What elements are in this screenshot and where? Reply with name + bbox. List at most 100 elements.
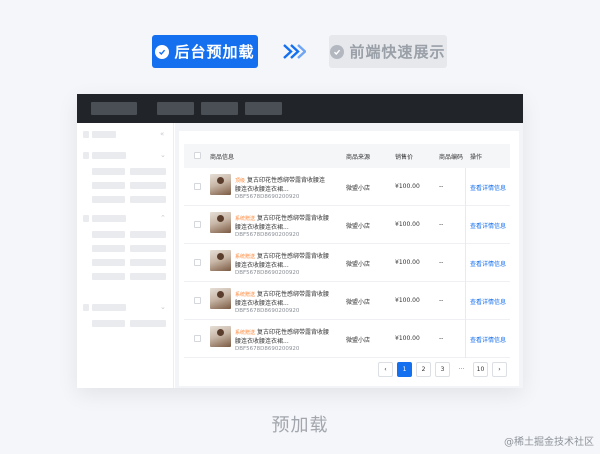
submenu-placeholder[interactable]	[92, 273, 125, 280]
collapse-icon[interactable]: «	[160, 131, 164, 138]
code-cell: --	[439, 335, 444, 342]
product-title-line1: 复古印花性感绑带露背收腰	[256, 215, 329, 222]
menu-icon-placeholder	[83, 215, 89, 222]
product-code: DBF5678D8690200920	[235, 346, 300, 352]
column-divider	[465, 244, 466, 282]
product-title-line1: 复古印花性感绑带露背收腰	[256, 253, 329, 260]
product-code: DBF5678D8690200920	[235, 232, 300, 238]
chevron-down-icon[interactable]: ⌄	[160, 152, 166, 159]
product-thumbnail	[210, 174, 231, 195]
menu-label-placeholder[interactable]	[92, 215, 126, 222]
submenu-placeholder[interactable]	[92, 182, 125, 189]
product-title-line2: 腰连衣收腰连衣裙...	[235, 224, 289, 231]
product-title-line1: 复古印花性感绑带露背收腰	[256, 291, 329, 298]
submenu-placeholder[interactable]	[130, 182, 166, 189]
page-button-10[interactable]: 10	[473, 362, 488, 377]
product-title-line2: 腰连衣收腰连衣裙...	[235, 300, 289, 307]
submenu-placeholder[interactable]	[92, 196, 125, 203]
product-thumbnail	[210, 288, 231, 309]
code-cell: --	[439, 297, 444, 304]
view-details-link[interactable]: 查看详情信息	[470, 221, 506, 230]
select-all-checkbox[interactable]	[194, 152, 201, 159]
product-title: 系统赠送 复古印花性感绑带露背收腰	[235, 213, 329, 222]
table-row: 系统赠送 复古印花性感绑带露背收腰 腰连衣收腰连衣裙... DBF5678D86…	[184, 320, 510, 358]
submenu-placeholder[interactable]	[130, 168, 166, 175]
menu-icon-placeholder	[83, 304, 89, 311]
menu-icon-placeholder	[83, 131, 89, 138]
product-thumbnail	[210, 250, 231, 271]
price-cell: ¥100.00	[395, 335, 420, 342]
product-title: 系统赠送 复古印花性感绑带露背收腰	[235, 327, 329, 336]
step-fast-display-label: 前端快速展示	[349, 43, 446, 61]
submenu-placeholder[interactable]	[92, 320, 125, 327]
submenu-placeholder[interactable]	[92, 231, 125, 238]
header-product-info: 商品信息	[210, 154, 235, 161]
product-title-line2: 腰连衣收腰连衣裙...	[235, 338, 289, 345]
double-chevron-right-icon	[283, 44, 306, 59]
column-divider	[465, 320, 466, 358]
source-cell: 微盟小店	[346, 223, 371, 230]
submenu-placeholder[interactable]	[130, 231, 166, 238]
view-details-link[interactable]: 查看详情信息	[470, 259, 506, 268]
submenu-placeholder[interactable]	[92, 259, 125, 266]
header-price: 销售价	[395, 154, 414, 161]
nav-item-placeholder[interactable]	[201, 102, 238, 115]
menu-label-placeholder	[92, 131, 116, 138]
product-title-line1: 复古印花性感绑带露背收腰	[256, 329, 329, 336]
submenu-placeholder[interactable]	[130, 259, 166, 266]
submenu-placeholder[interactable]	[130, 245, 166, 252]
source-cell: 微盟小店	[346, 261, 371, 268]
chevron-down-icon[interactable]: ⌄	[160, 304, 166, 311]
source-cell: 微盟小店	[346, 299, 371, 306]
chevron-up-icon[interactable]: ⌃	[160, 215, 166, 222]
table-row: 顶级 复古印花性感绑带露背收腰连 腰连衣收腰连衣裙... DBF5678D869…	[184, 168, 510, 206]
check-circle-icon	[155, 44, 170, 59]
product-code: DBF5678D8690200920	[235, 194, 300, 200]
check-circle-icon	[330, 44, 345, 59]
menu-label-placeholder[interactable]	[92, 304, 126, 311]
page-button-3[interactable]: 3	[435, 362, 450, 377]
table-row: 系统赠送 复古印花性感绑带露背收腰 腰连衣收腰连衣裙... DBF5678D86…	[184, 244, 510, 282]
row-checkbox[interactable]	[194, 297, 201, 304]
source-cell: 微盟小店	[346, 337, 371, 344]
pagination-ellipsis[interactable]: ···	[454, 362, 469, 377]
table-row: 系统赠送 复古印花性感绑带露背收腰 腰连衣收腰连衣裙... DBF5678D86…	[184, 282, 510, 320]
menu-label-placeholder[interactable]	[92, 152, 126, 159]
submenu-placeholder[interactable]	[92, 168, 125, 175]
row-checkbox[interactable]	[194, 221, 201, 228]
column-divider	[465, 168, 466, 206]
submenu-placeholder[interactable]	[130, 196, 166, 203]
table-row: 系统赠送 复古印花性感绑带露背收腰 腰连衣收腰连衣裙... DBF5678D86…	[184, 206, 510, 244]
page-button-2[interactable]: 2	[416, 362, 431, 377]
table-header: 商品信息 商品来源 销售价 商品编码 操作	[184, 144, 510, 168]
view-details-link[interactable]: 查看详情信息	[470, 297, 506, 306]
row-checkbox[interactable]	[194, 183, 201, 190]
submenu-placeholder[interactable]	[130, 273, 166, 280]
row-checkbox[interactable]	[194, 335, 201, 342]
page-button-1[interactable]: 1	[397, 362, 412, 377]
submenu-placeholder[interactable]	[92, 245, 125, 252]
row-checkbox[interactable]	[194, 259, 201, 266]
watermark: @稀土掘金技术社区	[504, 437, 594, 448]
product-title-line2: 腰连衣收腰连衣裙...	[235, 186, 289, 193]
top-nav-bar	[77, 94, 523, 123]
nav-item-placeholder[interactable]	[157, 102, 194, 115]
header-source: 商品来源	[346, 154, 371, 161]
code-cell: --	[439, 183, 444, 190]
step-fast-display: 前端快速展示	[329, 35, 447, 68]
step-preload-label: 后台预加载	[174, 43, 255, 61]
nav-item-placeholder[interactable]	[245, 102, 282, 115]
app-window: « ⌄ ⌃ ⌄ 商品信息 商品来源 销售价 商品编码 操作 顶级 复古印花性感绑…	[77, 94, 523, 388]
next-page-button[interactable]: ›	[492, 362, 507, 377]
submenu-placeholder[interactable]	[130, 320, 166, 327]
product-title: 系统赠送 复古印花性感绑带露背收腰	[235, 251, 329, 260]
view-details-link[interactable]: 查看详情信息	[470, 335, 506, 344]
code-cell: --	[439, 259, 444, 266]
price-cell: ¥100.00	[395, 221, 420, 228]
prev-page-button[interactable]: ‹	[378, 362, 393, 377]
price-cell: ¥100.00	[395, 297, 420, 304]
column-divider	[465, 206, 466, 244]
price-cell: ¥100.00	[395, 259, 420, 266]
step-preload: 后台预加载	[152, 35, 258, 68]
view-details-link[interactable]: 查看详情信息	[470, 183, 506, 192]
